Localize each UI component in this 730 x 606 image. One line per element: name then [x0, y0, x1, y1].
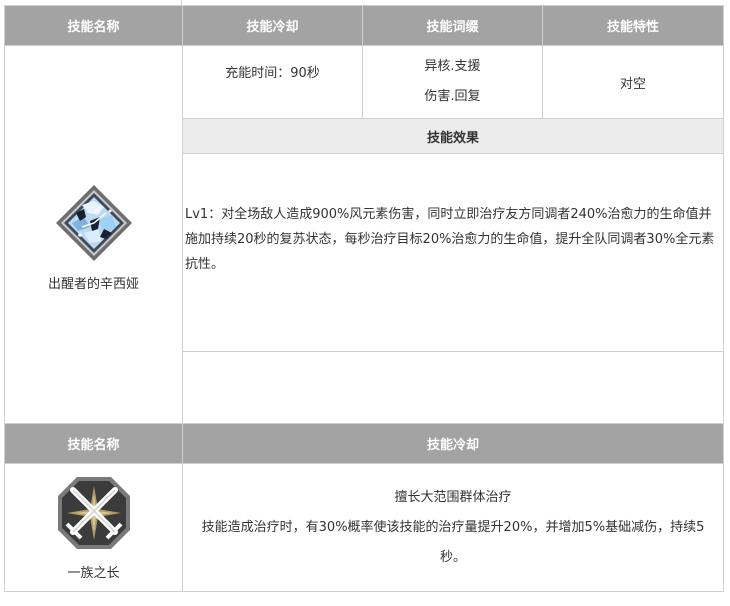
skill1-traits: 对空 — [542, 45, 724, 119]
skill1-name: 出醒者的辛西娅 — [47, 277, 139, 292]
table-row: 一族之长 擅长大范围群体治疗 技能造成治疗时，有30%概率使该技能的治疗量提升2… — [4, 463, 724, 592]
skill2-name-cell: 一族之长 — [4, 463, 183, 592]
header-skill-traits: 技能特性 — [542, 5, 724, 46]
header2-skill-cooldown: 技能冷却 — [182, 423, 724, 464]
table-row: 出醒者的辛西娅 充能时间：90秒 异核.支援 伤害.回复 对空 — [4, 45, 724, 424]
header2-skill-name: 技能名称 — [4, 423, 183, 464]
skill1-tag: 异核.支援 — [424, 59, 481, 74]
skill2-desc-cell: 擅长大范围群体治疗 技能造成治疗时，有30%概率使该技能的治疗量提升20%，并增… — [182, 463, 724, 592]
skill1-cooldown-cell: 充能时间：90秒 — [182, 45, 363, 119]
header-skill-name: 技能名称 — [4, 5, 183, 46]
skill1-effect: Lv1：对全场敌人造成900%风元素伤害，同时立即治疗友方同调者240%治愈力的… — [182, 153, 724, 352]
table-header-row: 技能名称 技能冷却 技能词缀 技能特性 — [4, 5, 724, 46]
crystal-diamond-icon — [55, 185, 132, 261]
skill2-name: 一族之长 — [67, 566, 120, 581]
crossed-swords-icon — [57, 477, 130, 549]
skill1-cooldown: 充能时间：90秒 — [225, 66, 320, 81]
skill2-desc: 技能造成治疗时，有30%概率使该技能的治疗量提升20%，并增加5%基础减伤，持续… — [201, 519, 705, 565]
skill1-name-cell: 出醒者的辛西娅 — [4, 45, 183, 424]
skill2-title: 擅长大范围群体治疗 — [394, 489, 512, 505]
skill1-tag: 伤害.回复 — [424, 89, 481, 104]
skill1-tags-cell: 异核.支援 伤害.回复 — [362, 45, 543, 119]
skill-page: 技能名称 技能冷却 技能词缀 技能特性 出醒者的辛西娅 充能时间：90秒 异核.… — [0, 0, 730, 606]
header-skill-cooldown: 技能冷却 — [182, 5, 363, 46]
skill-table: 技能名称 技能冷却 技能词缀 技能特性 出醒者的辛西娅 充能时间：90秒 异核.… — [4, 5, 724, 592]
empty-cell — [182, 351, 724, 424]
table-header-row: 技能名称 技能冷却 — [4, 423, 724, 464]
effect-header: 技能效果 — [182, 118, 724, 154]
header-skill-tags: 技能词缀 — [362, 5, 543, 46]
